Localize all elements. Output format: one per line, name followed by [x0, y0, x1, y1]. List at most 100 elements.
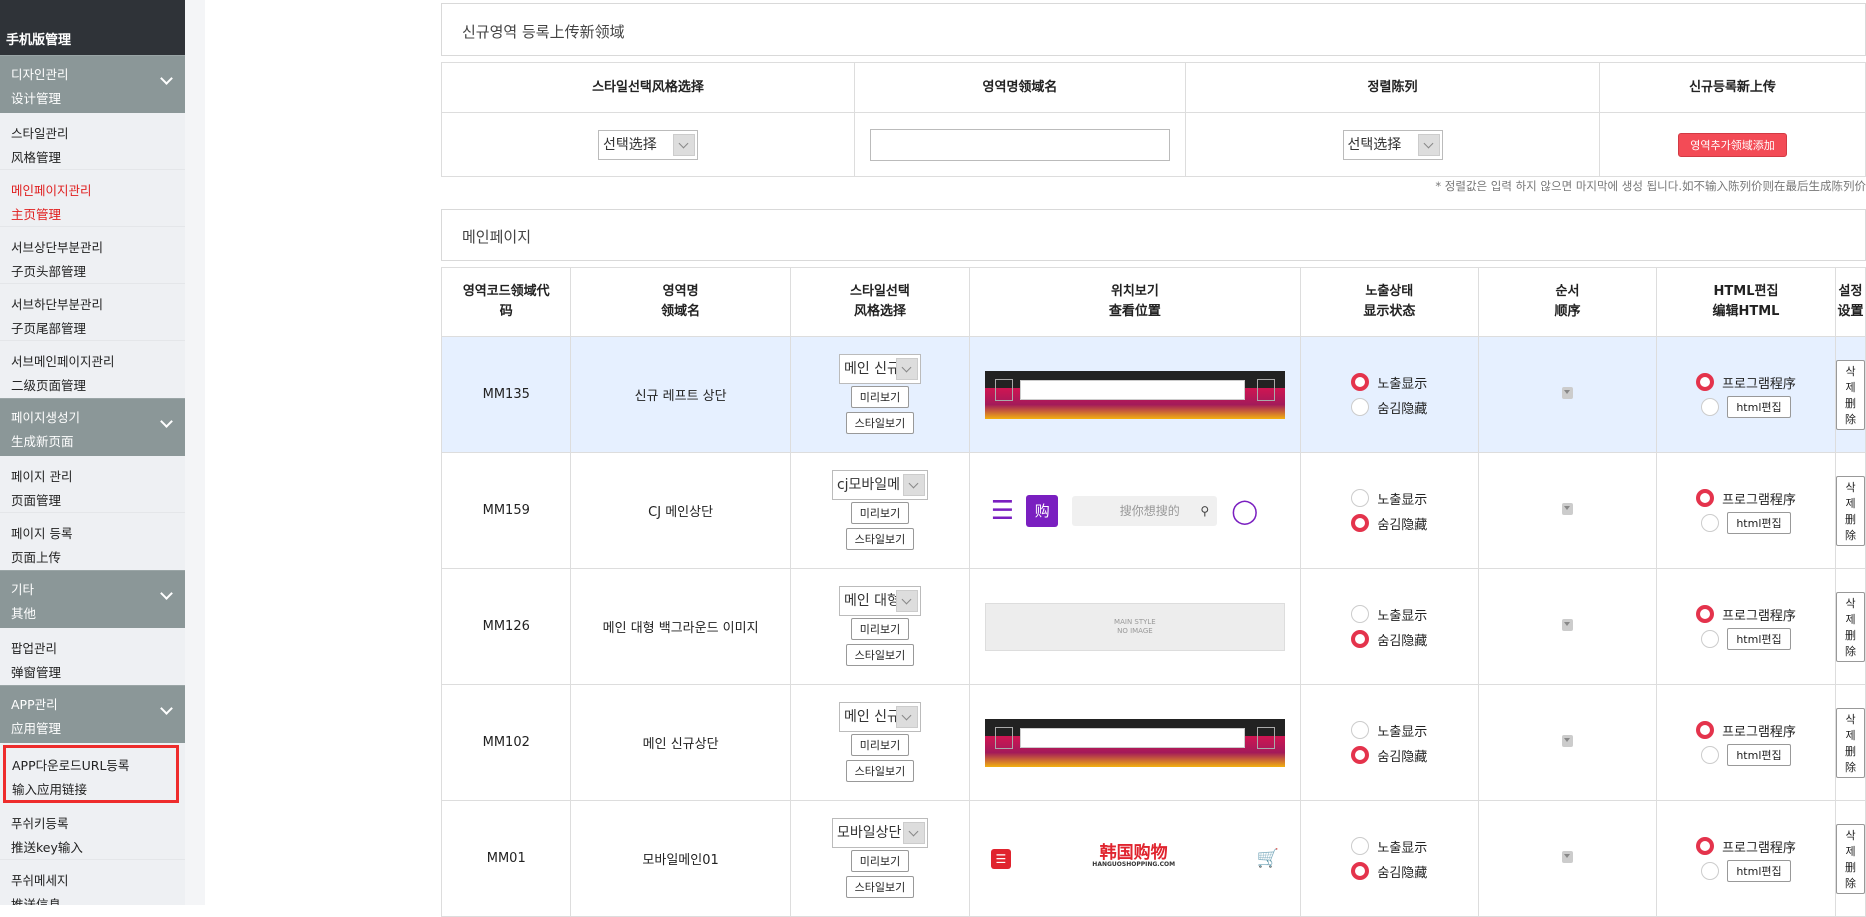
sidebar-item-page-manage[interactable]: 페이지 관리 页面管理 [0, 456, 185, 513]
html-radio[interactable] [1701, 862, 1720, 880]
sidebar-group-etc[interactable]: 기타 其他 [0, 570, 185, 628]
sort-icon[interactable] [1562, 502, 1573, 515]
delete-button[interactable]: 삭제删除 [1836, 707, 1865, 778]
hide-radio[interactable] [1351, 862, 1370, 880]
delete-button[interactable]: 삭제删除 [1836, 475, 1865, 546]
preview-button[interactable]: 미리보기 [850, 617, 910, 640]
html-radio[interactable] [1701, 746, 1720, 764]
preview-button[interactable]: 미리보기 [850, 385, 910, 408]
show-label: 노출显示 [1377, 492, 1428, 508]
hide-radio-row[interactable]: 숨김隐藏 [1301, 859, 1478, 884]
style-view-button[interactable]: 스타일보기 [845, 875, 915, 898]
th-visibility-line1: 노출상태 [1365, 284, 1414, 299]
style-view-button[interactable]: 스타일보기 [845, 527, 915, 550]
row-style-select[interactable]: 메인 신규 [838, 701, 921, 732]
program-radio[interactable] [1696, 489, 1715, 507]
cell-position [969, 336, 1301, 453]
hide-radio[interactable] [1351, 514, 1370, 532]
sidebar-item-mainpage[interactable]: 메인페이지관리 主页管理 [0, 170, 185, 227]
area-name-input[interactable] [870, 128, 1170, 161]
style-view-button[interactable]: 스타일보기 [845, 643, 915, 666]
row-style-select[interactable]: 메인 신규 [838, 353, 921, 384]
sidebar-item-submain[interactable]: 서브메인페이지관리 二级页面管理 [0, 341, 185, 398]
hide-radio-row[interactable]: 숨김隐藏 [1301, 743, 1478, 768]
preview-button[interactable]: 미리보기 [850, 501, 910, 524]
show-radio-row[interactable]: 노출显示 [1301, 718, 1478, 743]
show-radio[interactable] [1351, 721, 1370, 739]
cell-position: ☰ 购 搜你想搜的 ⚲ ◯ [969, 452, 1301, 569]
sort-icon[interactable] [1562, 618, 1573, 631]
search-bar [1019, 379, 1245, 400]
html-radio-row[interactable]: html편집 [1657, 859, 1835, 884]
sidebar-group-pagegen[interactable]: 페이지생성기 生成新页面 [0, 398, 185, 456]
program-radio-row[interactable]: 프로그램程序 [1657, 602, 1835, 627]
delete-button[interactable]: 삭제删除 [1836, 359, 1865, 430]
html-edit-button[interactable]: html편집 [1727, 860, 1791, 882]
hide-radio[interactable] [1351, 746, 1370, 764]
show-radio[interactable] [1351, 605, 1370, 623]
hide-radio-row[interactable]: 숨김隐藏 [1301, 395, 1478, 420]
program-radio[interactable] [1696, 605, 1715, 623]
html-edit-button[interactable]: html편집 [1727, 628, 1791, 650]
html-radio[interactable] [1701, 630, 1720, 648]
style-view-button[interactable]: 스타일보기 [845, 411, 915, 434]
sidebar-group-app[interactable]: APP관리 应用管理 [0, 685, 185, 743]
add-area-button[interactable]: 영역추가领域添加 [1678, 132, 1787, 157]
sidebar-item-pushmsg[interactable]: 푸쉬메세지 推送信息 [0, 860, 185, 905]
preview-button[interactable]: 미리보기 [850, 849, 910, 872]
style-select[interactable]: 선택选择 [598, 129, 698, 160]
show-radio[interactable] [1351, 373, 1370, 391]
sidebar-item-popup[interactable]: 팝업관리 弹窗管理 [0, 628, 185, 685]
sidebar-item-page-register[interactable]: 페이지 등록 页面上传 [0, 513, 185, 570]
hide-radio-row[interactable]: 숨김隐藏 [1301, 511, 1478, 536]
sidebar-item-subbottom[interactable]: 서브하단부분관리 子页尾部管理 [0, 284, 185, 341]
html-radio[interactable] [1701, 514, 1720, 532]
hide-radio-row[interactable]: 숨김隐藏 [1301, 627, 1478, 652]
show-radio[interactable] [1351, 489, 1370, 507]
show-radio-row[interactable]: 노출显示 [1301, 486, 1478, 511]
program-radio-row[interactable]: 프로그램程序 [1657, 718, 1835, 743]
html-radio[interactable] [1701, 398, 1720, 416]
noimage-label1: MAIN STYLE [1114, 617, 1156, 626]
html-edit-button[interactable]: html편집 [1727, 512, 1791, 534]
delete-button[interactable]: 삭제删除 [1836, 823, 1865, 894]
style-view-button[interactable]: 스타일보기 [845, 759, 915, 782]
html-radio-row[interactable]: html편집 [1657, 627, 1835, 652]
sidebar-item-style[interactable]: 스타일관리 风格管理 [0, 113, 185, 170]
sidebar-item-label: 페이지 등록 [11, 526, 73, 541]
html-edit-button[interactable]: html편집 [1727, 396, 1791, 418]
show-radio-row[interactable]: 노출显示 [1301, 370, 1478, 395]
program-radio[interactable] [1696, 721, 1715, 739]
program-radio-row[interactable]: 프로그램程序 [1657, 370, 1835, 395]
program-radio[interactable] [1696, 837, 1715, 855]
show-radio-row[interactable]: 노출显示 [1301, 834, 1478, 859]
delete-button[interactable]: 삭제删除 [1836, 591, 1865, 662]
program-radio-row[interactable]: 프로그램程序 [1657, 834, 1835, 859]
row-style-select[interactable]: 모바일상단 [831, 817, 928, 848]
sort-icon[interactable] [1562, 386, 1573, 399]
sidebar-item-subtop[interactable]: 서브상단부분관리 子页头部管理 [0, 227, 185, 284]
show-radio-row[interactable]: 노출显示 [1301, 602, 1478, 627]
show-radio[interactable] [1351, 837, 1370, 855]
table-row: MM01 모바일메인01 모바일상단 미리보기 스타일보기 ☰ 韩国购物 HANGUOSHOP… [440, 800, 1866, 917]
sort-icon[interactable] [1562, 850, 1573, 863]
sort-icon[interactable] [1562, 734, 1573, 747]
noimage-label2: NO IMAGE [1117, 626, 1153, 635]
html-radio-row[interactable]: html편집 [1657, 743, 1835, 768]
row-style-select[interactable]: 메인 대형 [838, 585, 921, 616]
preview-hanguo: ☰ 韩国购物 HANGUOSHOPPING.COM 🛒 [985, 835, 1285, 883]
program-radio[interactable] [1696, 373, 1715, 391]
row-style-select[interactable]: cj모바일메 [831, 469, 928, 500]
preview-button[interactable]: 미리보기 [850, 733, 910, 756]
html-radio-row[interactable]: html편집 [1657, 395, 1835, 420]
html-radio-row[interactable]: html편집 [1657, 511, 1835, 536]
sidebar-item-app-download-url[interactable]: APP다운로드URL등록 输入应用链接 [3, 745, 179, 803]
sidebar-group-design[interactable]: 디자인관리 设计管理 [0, 55, 185, 113]
sidebar-item-pushkey[interactable]: 푸쉬키등록 推送key输入 [0, 803, 185, 860]
hide-radio[interactable] [1351, 398, 1370, 416]
program-radio-row[interactable]: 프로그램程序 [1657, 486, 1835, 511]
order-select[interactable]: 선택选择 [1342, 129, 1443, 160]
th-order-line2: 顺序 [1554, 304, 1581, 319]
hide-radio[interactable] [1351, 630, 1370, 648]
html-edit-button[interactable]: html편집 [1727, 744, 1791, 766]
